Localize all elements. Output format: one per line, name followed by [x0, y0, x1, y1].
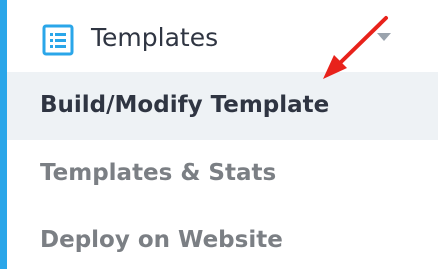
menu-item-deploy-on-website[interactable]: Deploy on Website — [7, 207, 438, 275]
templates-menu-header[interactable]: Templates — [7, 0, 438, 72]
caret-down-icon[interactable] — [377, 33, 391, 41]
menu-item-label: Build/Modify Template — [40, 92, 330, 118]
menu-item-label: Deploy on Website — [40, 227, 283, 253]
menu-accent-bar — [0, 0, 7, 269]
menu-item-label: Templates & Stats — [40, 160, 277, 186]
list-icon — [42, 24, 74, 56]
sidebar-menu: Templates Build/Modify Template Template… — [0, 0, 438, 269]
menu-item-build-modify-template[interactable]: Build/Modify Template — [7, 72, 438, 140]
menu-item-templates-stats[interactable]: Templates & Stats — [7, 140, 438, 208]
templates-header-label: Templates — [91, 23, 219, 52]
